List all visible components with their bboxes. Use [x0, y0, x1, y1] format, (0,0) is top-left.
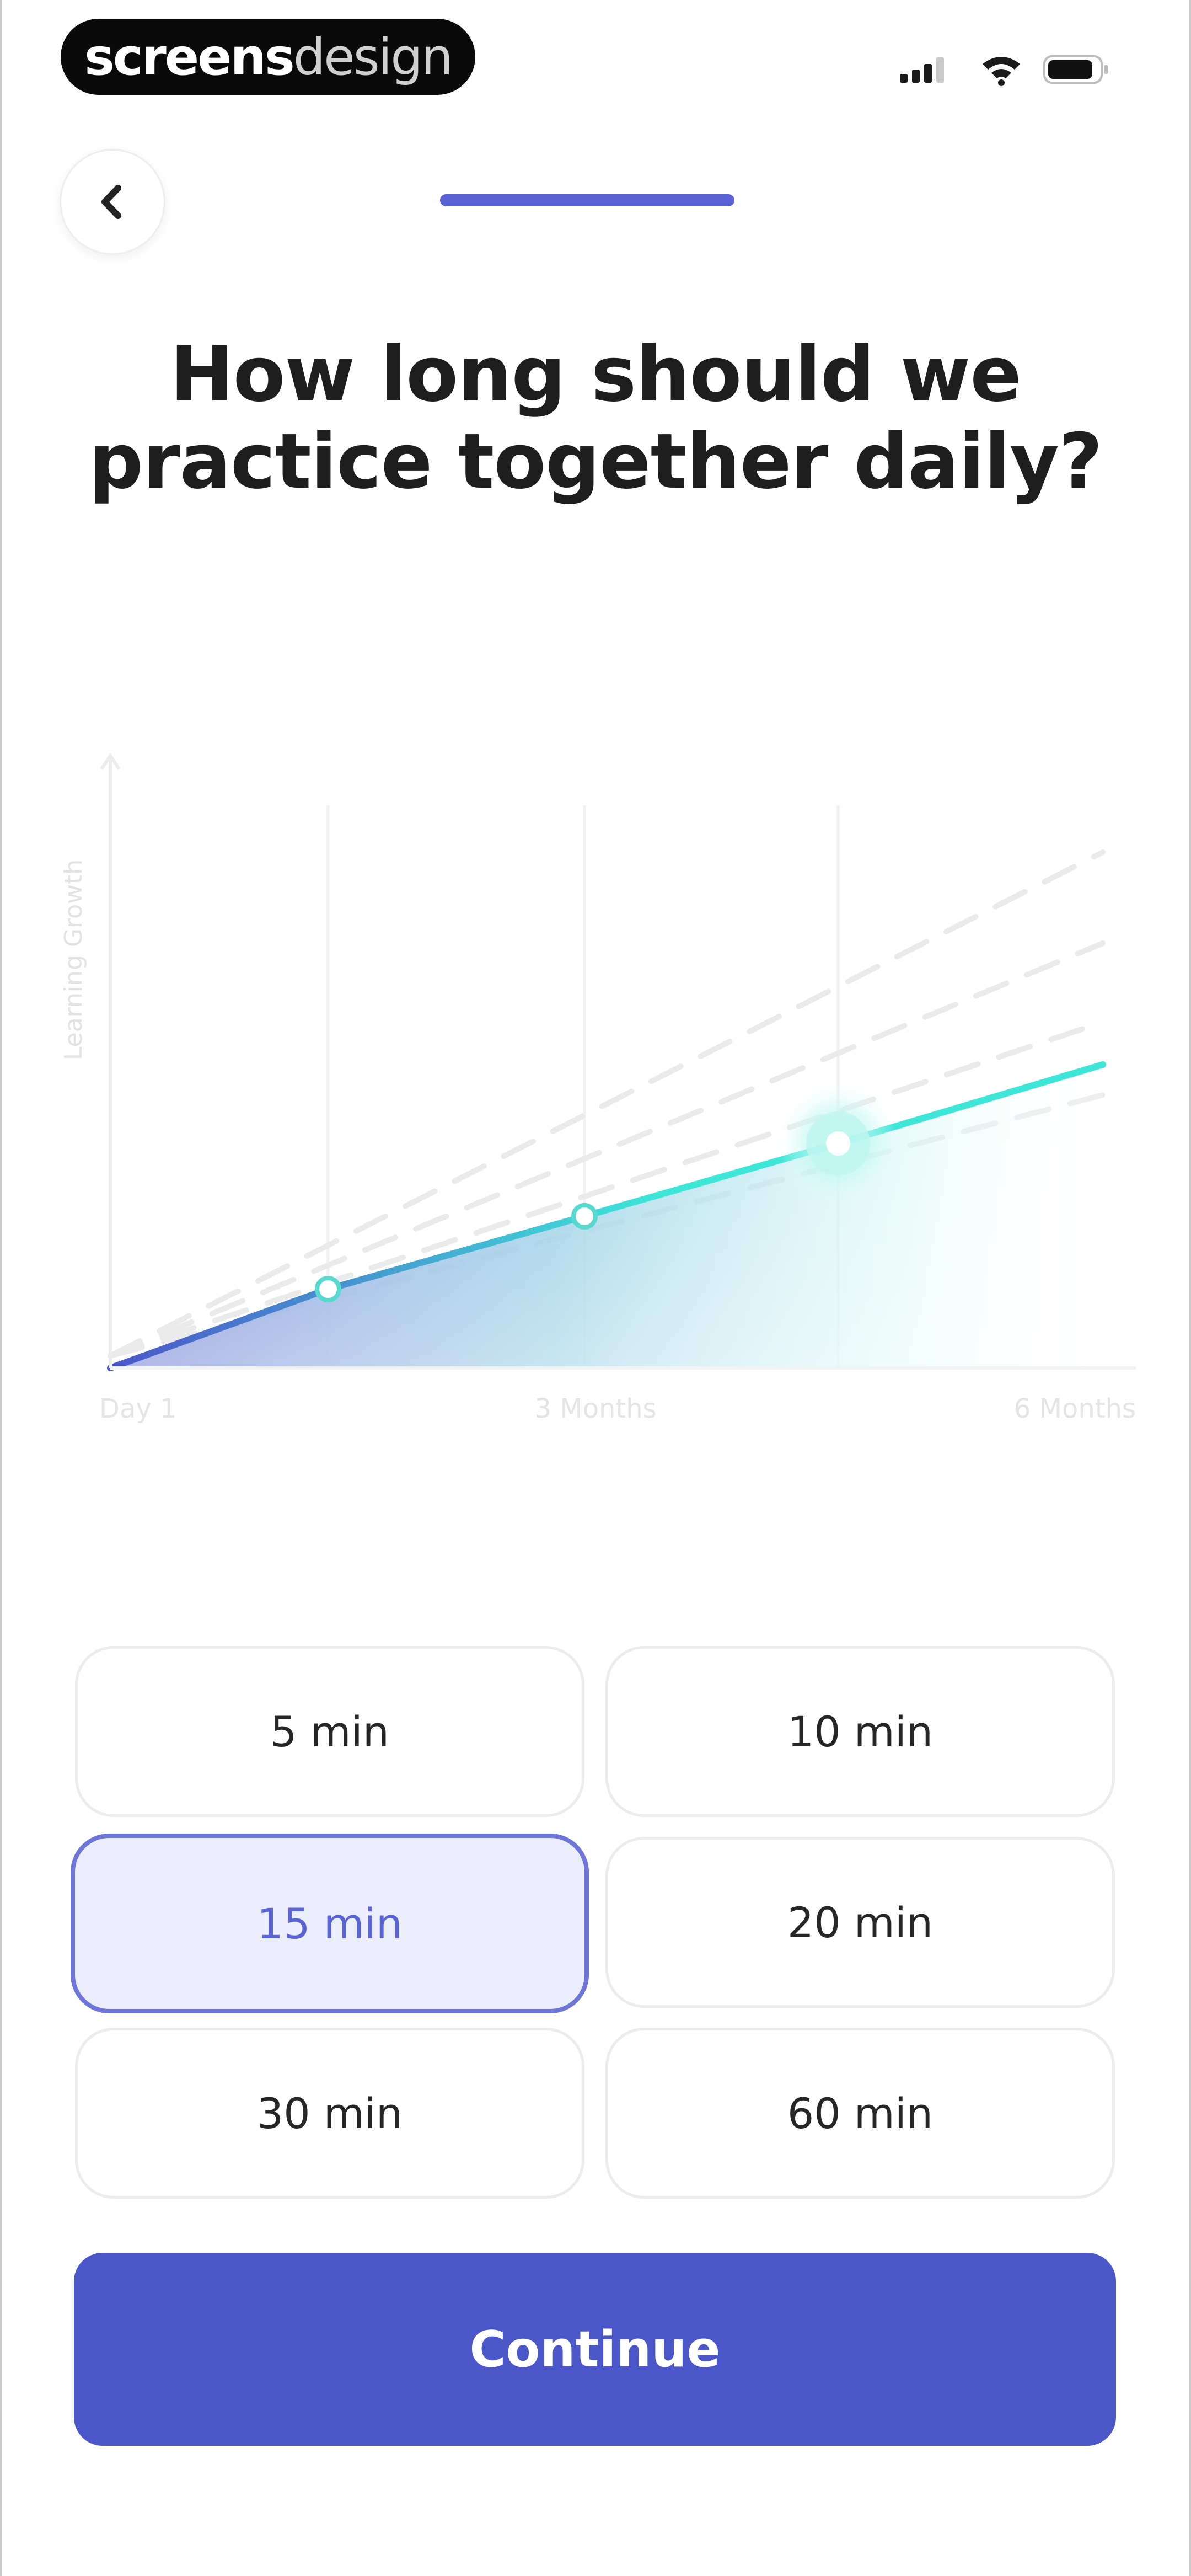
option-30-min[interactable]: 30 min — [75, 2028, 584, 2199]
option-15-min[interactable]: 15 min — [71, 1834, 589, 2013]
chevron-left-icon — [101, 185, 121, 219]
data-point — [571, 1203, 598, 1230]
continue-button[interactable]: Continue — [74, 2253, 1116, 2446]
brand-prefix: screens — [84, 27, 295, 87]
battery-icon — [1043, 55, 1108, 84]
y-axis-label: Learning Growth — [60, 859, 88, 1060]
wifi-icon — [983, 57, 1020, 86]
brand-logo: screens design — [61, 19, 475, 95]
page-title: How long should we practice together dai… — [88, 330, 1103, 506]
x-tick-label: 6 Months — [1014, 1393, 1136, 1424]
continue-label: Continue — [469, 2320, 721, 2379]
chart-x-ticks: Day 1 3 Months 6 Months — [99, 1393, 1136, 1424]
x-tick-label: 3 Months — [534, 1393, 656, 1424]
option-label: 15 min — [256, 1899, 403, 1948]
option-label: 30 min — [256, 2088, 403, 2138]
data-point — [826, 1131, 850, 1156]
progress-fill — [440, 194, 734, 206]
option-60-min[interactable]: 60 min — [605, 2028, 1115, 2199]
brand-suffix: design — [293, 27, 453, 87]
option-label: 20 min — [787, 1898, 934, 1947]
status-icons — [900, 55, 1108, 86]
option-5-min[interactable]: 5 min — [75, 1646, 584, 1817]
option-20-min[interactable]: 20 min — [605, 1837, 1115, 2008]
cellular-signal-icon — [900, 57, 944, 83]
learning-growth-chart: Learning Growth Day 1 3 Months 6 Months — [60, 752, 1136, 1424]
progress-bar — [440, 194, 734, 206]
frame-edge-left — [0, 0, 2, 2576]
option-label: 10 min — [787, 1707, 934, 1756]
x-tick-label: Day 1 — [99, 1393, 177, 1424]
option-label: 60 min — [787, 2088, 934, 2138]
option-label: 5 min — [270, 1707, 389, 1756]
option-10-min[interactable]: 10 min — [605, 1646, 1115, 1817]
back-button[interactable] — [60, 149, 165, 255]
data-point — [315, 1276, 341, 1302]
status-bar: screens design — [0, 0, 1191, 121]
